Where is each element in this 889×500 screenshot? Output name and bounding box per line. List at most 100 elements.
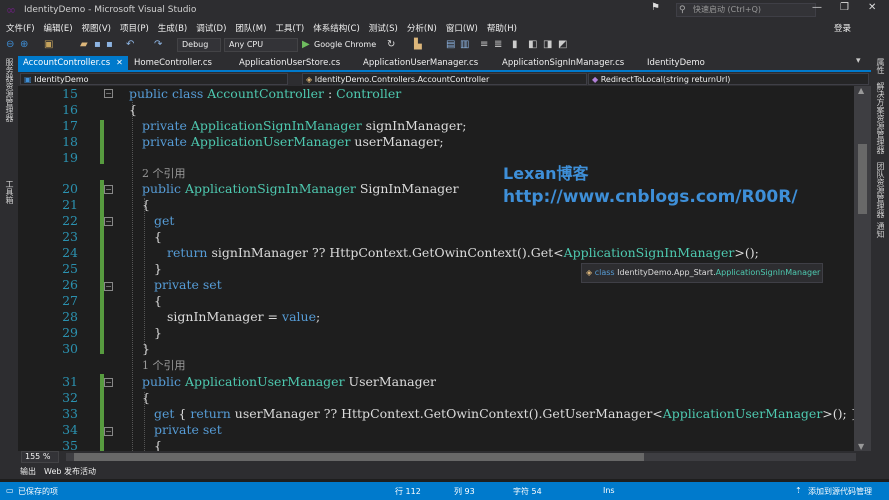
class-dropdown[interactable]: ◈ IdentityDemo.Controllers.AccountContro…: [302, 73, 587, 85]
notifications-tab[interactable]: 通知: [875, 222, 886, 238]
scroll-down-icon[interactable]: ▼: [858, 442, 864, 451]
search-icon: ⚲: [679, 5, 686, 15]
method-icon: ◆: [592, 75, 599, 84]
menu-architecture[interactable]: 体系结构(C): [313, 22, 360, 34]
close-tab-icon[interactable]: ✕: [116, 58, 123, 67]
close-button[interactable]: ✕: [868, 2, 876, 13]
status-message: 已保存的项: [18, 487, 58, 496]
visual-studio-logo-icon: ∞: [6, 3, 16, 17]
redo-icon[interactable]: ↷: [154, 38, 162, 52]
window-title: IdentityDemo - Microsoft Visual Studio: [24, 5, 197, 15]
menu-build[interactable]: 生成(B): [158, 22, 187, 34]
tab-web-publish[interactable]: Web 发布活动: [44, 466, 96, 477]
toolbar-tool-icon[interactable]: ▥: [460, 38, 469, 52]
tab-application-user-store[interactable]: ApplicationUserStore.cs: [234, 56, 354, 71]
solution-explorer-tab[interactable]: 解决方案资源管理器: [875, 82, 886, 154]
menu-view[interactable]: 视图(V): [82, 22, 111, 34]
scroll-up-icon[interactable]: ▲: [858, 86, 864, 95]
start-debug-icon[interactable]: ▶: [302, 38, 310, 52]
toolbar-tool-icon[interactable]: ▙: [414, 38, 422, 52]
restore-button[interactable]: ❐: [840, 2, 849, 13]
menu-help[interactable]: 帮助(H): [487, 22, 517, 34]
code-line: 19: [62, 150, 78, 165]
refresh-icon[interactable]: ↻: [387, 38, 395, 52]
quick-info-tooltip: ◈ class IdentityDemo.App_Start.Applicati…: [581, 263, 823, 283]
browser-select[interactable]: Google Chrome: [314, 40, 376, 49]
bookmark-next-icon[interactable]: ◨: [543, 38, 552, 52]
output-tabs: 输出 Web 发布活动: [0, 463, 889, 479]
code-line: 33 get { return userManager ?? HttpContex…: [62, 406, 854, 421]
toolbox-tab[interactable]: 工具箱: [4, 180, 15, 204]
properties-tab[interactable]: 属性: [875, 58, 886, 74]
bookmark-prev-icon[interactable]: ◧: [528, 38, 537, 52]
project-dropdown[interactable]: ▣ IdentityDemo: [20, 73, 288, 85]
status-mode: Ins: [603, 486, 615, 495]
tab-overflow-icon[interactable]: ▾: [856, 56, 861, 66]
source-control-icon[interactable]: ⇡: [795, 486, 802, 495]
vertical-scrollbar[interactable]: ▲ ▼: [854, 86, 871, 451]
code-line: 15 public class AccountController : Contr…: [62, 86, 402, 101]
login-link[interactable]: 登录: [834, 22, 851, 34]
code-line: 18 private ApplicationUserManager userMan…: [62, 134, 444, 149]
class-icon: ◈: [586, 268, 593, 277]
status-column: 列 93: [454, 487, 475, 496]
watermark-blog-name: Lexan博客: [503, 164, 589, 183]
menu-edit[interactable]: 编辑(E): [44, 22, 73, 34]
save-all-icon[interactable]: ▪: [106, 38, 113, 52]
back-icon[interactable]: ⊖: [6, 38, 14, 52]
menu-window[interactable]: 窗口(W): [446, 22, 478, 34]
tab-application-user-manager[interactable]: ApplicationUserManager.cs: [358, 56, 493, 71]
right-tool-strip: 属性 解决方案资源管理器 团队资源管理器 通知: [871, 54, 889, 463]
menu-project[interactable]: 项目(P): [120, 22, 149, 34]
menu-analyze[interactable]: 分析(N): [407, 22, 437, 34]
status-char: 字符 54: [513, 487, 542, 496]
toolbar-tool-icon[interactable]: ≣: [494, 38, 502, 52]
config-select[interactable]: Debug: [177, 38, 221, 52]
tab-application-signin-manager[interactable]: ApplicationSignInManager.cs: [497, 56, 637, 71]
toolbar-tool-icon[interactable]: ≡: [480, 38, 488, 52]
menu-debug[interactable]: 调试(D): [196, 22, 226, 34]
watermark-blog-url: http://www.cnblogs.com/R00R/: [503, 187, 798, 207]
team-explorer-tab[interactable]: 团队资源管理器: [875, 162, 886, 218]
member-dropdown[interactable]: ◆ RedirectToLocal(string returnUrl): [588, 73, 869, 85]
code-lens[interactable]: 1 个引用: [18, 358, 854, 374]
server-explorer-tab[interactable]: 服务器资源管理器: [4, 58, 15, 122]
tab-home-controller[interactable]: HomeController.cs: [129, 56, 229, 71]
code-line: 29}: [62, 325, 162, 340]
menu-test[interactable]: 测试(S): [369, 22, 398, 34]
scrollbar-thumb[interactable]: [858, 144, 867, 214]
code-line: 17 private ApplicationSignInManager signI…: [62, 118, 467, 133]
horizontal-scrollbar-thumb[interactable]: [74, 453, 644, 461]
bookmark-icon[interactable]: ▮: [512, 38, 518, 52]
minimize-button[interactable]: —: [812, 2, 822, 13]
editor-bottom-bar: 155 %: [18, 451, 871, 463]
save-icon[interactable]: ▪: [94, 38, 101, 52]
code-line: 34 private set: [62, 422, 222, 437]
open-file-icon[interactable]: ▰: [80, 38, 88, 52]
bookmark-clear-icon[interactable]: ◩: [558, 38, 567, 52]
code-lens[interactable]: 2 个引用: [18, 166, 854, 182]
menu-file[interactable]: 文件(F): [6, 22, 35, 34]
tab-output[interactable]: 输出: [20, 466, 36, 477]
add-to-source-control-button[interactable]: 添加到源代码管理: [808, 486, 872, 497]
zoom-select[interactable]: 155 %: [21, 451, 59, 463]
menu-tools[interactable]: 工具(T): [275, 22, 304, 34]
notification-flag-icon[interactable]: ⚑: [651, 2, 660, 13]
platform-select[interactable]: Any CPU: [224, 38, 298, 52]
forward-icon[interactable]: ⊕: [20, 38, 28, 52]
tab-identity-demo[interactable]: IdentityDemo: [642, 56, 722, 71]
title-bar: ∞ IdentityDemo - Microsoft Visual Studio…: [0, 0, 889, 20]
status-saved-icon: ▭: [6, 486, 14, 495]
code-line: 32{: [62, 390, 150, 405]
toolbar: ⊖ ⊕ ▣ ▰ ▪ ▪ ↶ ↷ Debug Any CPU ▶ Google C…: [0, 36, 889, 54]
code-line: 24 return signInManager ?? HttpContext.Ge…: [62, 245, 759, 260]
new-project-icon[interactable]: ▣: [44, 38, 53, 52]
quick-launch-input[interactable]: ⚲ 快速启动 (Ctrl+Q): [676, 3, 816, 17]
left-tool-strip: 服务器资源管理器 工具箱: [0, 54, 18, 463]
undo-icon[interactable]: ↶: [126, 38, 134, 52]
tab-account-controller[interactable]: AccountController.cs ✕: [18, 56, 128, 71]
menu-team[interactable]: 团队(M): [235, 22, 266, 34]
toolbar-tool-icon[interactable]: ▤: [446, 38, 455, 52]
code-line: 22 get: [62, 213, 175, 228]
code-line: 28 signInManager = value;: [62, 309, 321, 324]
